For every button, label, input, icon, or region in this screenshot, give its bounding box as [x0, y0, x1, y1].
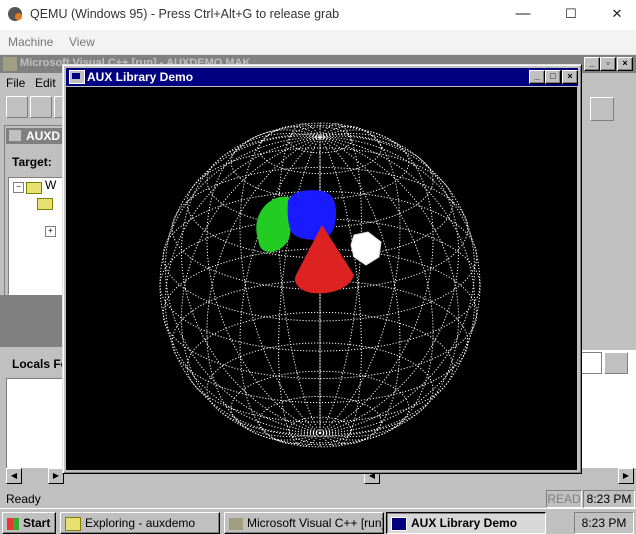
workspace-titlebar: AUXD: [6, 128, 64, 144]
locals-label: Locals Fo: [12, 357, 69, 371]
tray-clock: 8:23 PM: [574, 512, 634, 534]
locals-list[interactable]: [6, 378, 64, 470]
status-clock: 8:23 PM: [583, 490, 635, 508]
window-icon[interactable]: [69, 70, 85, 84]
window-icon: [391, 516, 407, 531]
qemu-titlebar: QEMU (Windows 95) - Press Ctrl+Alt+G to …: [0, 0, 636, 30]
aux-close-button[interactable]: ×: [562, 70, 578, 84]
guest-screen: Microsoft Visual C++ [run] - AUXDEMO.MAK…: [0, 55, 636, 534]
scroll-right-button[interactable]: ▶: [618, 468, 634, 484]
status-bar: Ready READ 8:23 PM: [0, 490, 636, 508]
open-folder-icon[interactable]: [30, 96, 52, 118]
vc-restore-button[interactable]: ▫: [600, 57, 616, 71]
task-visual-cpp[interactable]: Microsoft Visual C++ [run] -...: [224, 512, 384, 534]
menu-machine[interactable]: Machine: [8, 35, 53, 49]
windows-logo-icon: [7, 517, 19, 530]
taskbar: Start Exploring - auxdemo Microsoft Visu…: [0, 508, 636, 534]
target-label: Target:: [12, 155, 52, 169]
close-button[interactable]: ✕: [594, 2, 636, 28]
visual-cpp-icon: [229, 517, 243, 530]
workspace-icon: [9, 130, 21, 141]
scene-objects: [256, 190, 382, 294]
aux-minimize-button[interactable]: _: [529, 70, 545, 84]
status-text: Ready: [6, 492, 41, 506]
task-exploring[interactable]: Exploring - auxdemo: [60, 512, 220, 534]
workspace-title: AUXD: [26, 129, 61, 143]
menu-view[interactable]: View: [69, 35, 95, 49]
folder-icon: [26, 182, 42, 194]
new-file-icon[interactable]: [6, 96, 28, 118]
cube-shape: [287, 190, 336, 240]
scroll-left-button[interactable]: ◀: [6, 468, 22, 484]
sphere-longitude-line: [159, 136, 321, 434]
minimize-button[interactable]: —: [500, 2, 546, 28]
qemu-window-title: QEMU (Windows 95) - Press Ctrl+Alt+G to …: [30, 7, 340, 21]
quickwatch-icon[interactable]: [604, 352, 628, 374]
tree-expand-icon[interactable]: +: [45, 226, 56, 237]
workspace-tree[interactable]: − W +: [8, 177, 66, 295]
watch-input[interactable]: [580, 352, 602, 374]
gl-canvas[interactable]: [66, 87, 577, 470]
start-button[interactable]: Start: [2, 512, 56, 534]
folder-icon: [37, 198, 53, 210]
task-aux-demo[interactable]: AUX Library Demo: [386, 512, 546, 534]
scene-svg: [66, 87, 577, 470]
tree-collapse-icon[interactable]: −: [13, 182, 24, 193]
workspace-splitter: [0, 295, 66, 347]
vc-close-button[interactable]: ×: [617, 57, 633, 71]
tree-root-label[interactable]: W: [45, 178, 56, 192]
vc-minimize-button[interactable]: _: [584, 57, 600, 71]
aux-maximize-button[interactable]: □: [545, 70, 561, 84]
aux-demo-window[interactable]: AUX Library Demo _ □ ×: [62, 64, 582, 474]
qemu-menubar: Machine View: [0, 30, 636, 55]
aux-titlebar[interactable]: AUX Library Demo _ □ ×: [66, 68, 578, 86]
menu-edit[interactable]: Edit: [35, 76, 56, 90]
visual-cpp-icon: [3, 57, 17, 71]
debug-toolbar-icon[interactable]: [590, 97, 614, 121]
folder-icon: [65, 516, 81, 531]
menu-file[interactable]: File: [6, 76, 25, 90]
qemu-icon: [8, 7, 22, 21]
aux-window-title: AUX Library Demo: [87, 70, 194, 84]
maximize-button[interactable]: ☐: [548, 2, 594, 28]
editor-background: [578, 125, 636, 350]
read-indicator: READ: [546, 490, 582, 508]
